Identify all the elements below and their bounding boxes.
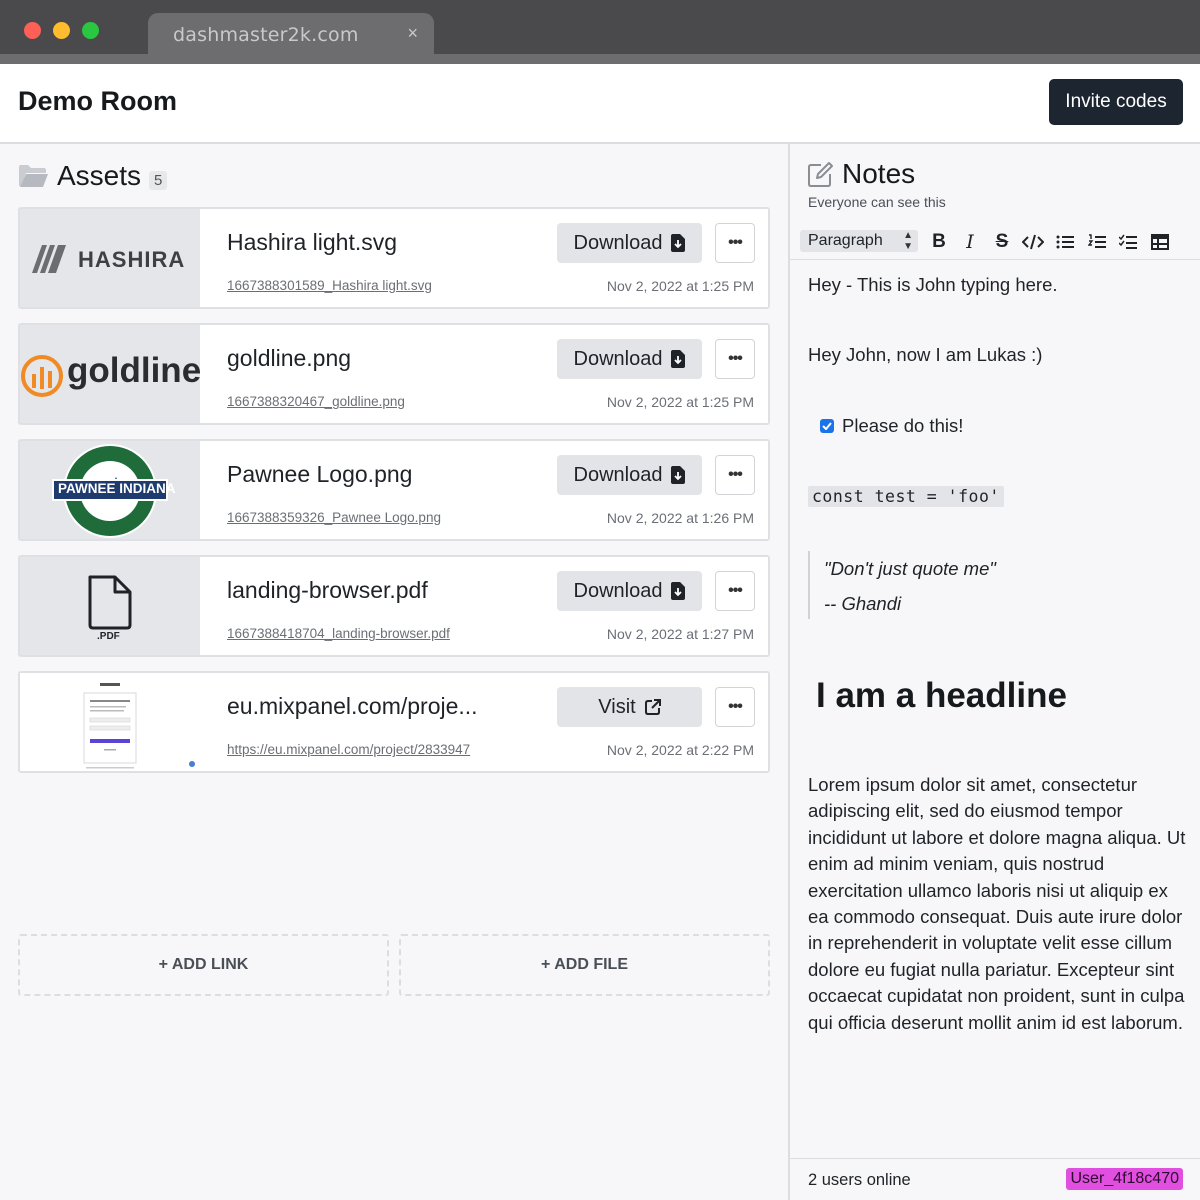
file-download-icon (671, 234, 686, 252)
quote-attribution: -- Ghandi (824, 593, 902, 614)
add-link-button[interactable]: + ADD LINK (18, 934, 389, 996)
block-type-select[interactable]: Paragraph ▲ ▼ (800, 230, 918, 252)
more-options-button[interactable]: ••• (715, 223, 755, 263)
more-options-button[interactable]: ••• (715, 571, 755, 611)
asset-name: landing-browser.pdf (227, 577, 428, 603)
asset-name: Pawnee Logo.png (227, 461, 413, 487)
editor-toolbar: Paragraph ▲ ▼ B I S (790, 226, 1200, 260)
todo-item: Please do this! (820, 415, 963, 437)
asset-card: eu.mixpanel.com/proje... https://eu.mixp… (18, 671, 770, 773)
asset-thumbnail: .PDF (20, 557, 200, 655)
tab-close-icon[interactable]: × (407, 23, 418, 44)
todo-checkbox[interactable] (820, 419, 834, 433)
download-label: Download (573, 231, 663, 254)
page-title: Demo Room (18, 86, 178, 116)
edit-note-icon (808, 162, 833, 187)
notes-title: Notes (842, 158, 916, 189)
hashira-logo-text: HASHIRA (78, 247, 186, 272)
assets-count-badge: 5 (149, 170, 168, 190)
inline-code: const test = 'foo' (808, 486, 1004, 507)
folder-open-icon (19, 165, 48, 187)
asset-date: Nov 2, 2022 at 1:25 PM (606, 394, 754, 410)
download-button[interactable]: Download (557, 571, 702, 611)
bullet-list-icon[interactable] (1053, 230, 1077, 254)
asset-file-link[interactable]: 1667388301589_Hashira light.svg (227, 278, 432, 293)
invite-codes-button[interactable]: Invite codes (1049, 79, 1183, 125)
bold-icon[interactable]: B (927, 230, 951, 254)
asset-card: HASHIRA Hashira light.svg 1667388301589_… (18, 207, 770, 309)
goldline-logo-text: goldline (67, 351, 200, 390)
browser-tab[interactable]: dashmaster2k.com × (148, 13, 434, 55)
asset-card: goldline goldline.png 1667388320467_gold… (18, 323, 770, 425)
download-label: Download (573, 347, 663, 370)
visit-label: Visit (598, 695, 636, 718)
asset-name: Hashira light.svg (227, 229, 398, 255)
asset-thumbnail: goldline (20, 325, 200, 423)
todo-label: Please do this! (842, 415, 964, 436)
file-download-icon (671, 466, 686, 484)
maximize-window-button[interactable] (82, 22, 99, 39)
note-paragraph: Hey John, now I am Lukas :) (808, 344, 1043, 365)
note-headline: I am a headline (816, 676, 1067, 715)
italic-icon[interactable]: I (958, 230, 982, 254)
download-label: Download (573, 463, 663, 486)
toolbar-strip (0, 54, 1200, 64)
asset-card: PAWNEE INDIANA Pawnee Logo.png 166738835… (18, 439, 770, 541)
asset-thumbnail (20, 673, 200, 771)
add-file-button[interactable]: + ADD FILE (399, 934, 770, 996)
webpage-preview-image (83, 683, 195, 769)
quote-line: "Don't just quote me" (824, 558, 996, 579)
notes-subtitle: Everyone can see this (808, 194, 946, 210)
asset-date: Nov 2, 2022 at 2:22 PM (606, 742, 754, 758)
code-icon[interactable] (1021, 230, 1045, 254)
more-options-button[interactable]: ••• (715, 339, 755, 379)
download-label: Download (573, 579, 663, 602)
users-online-count: 2 users online (808, 1171, 911, 1189)
minimize-window-button[interactable] (53, 22, 70, 39)
download-button[interactable]: Download (557, 339, 702, 379)
strikethrough-icon[interactable]: S (990, 230, 1014, 254)
block-type-value: Paragraph (808, 232, 883, 249)
note-paragraph-lorem: Lorem ipsum dolor sit amet, consectetur … (808, 774, 1186, 1033)
goldline-logo-icon (21, 355, 63, 397)
user-badge: User_4f18c470 (1066, 1168, 1183, 1190)
assets-header: Assets 5 (18, 158, 168, 194)
asset-name: goldline.png (227, 345, 352, 371)
browser-chrome: dashmaster2k.com × (0, 0, 1200, 64)
asset-name: eu.mixpanel.com/proje... (227, 693, 478, 719)
note-paragraph: Hey - This is John typing here. (808, 274, 1058, 295)
file-download-icon (671, 582, 686, 600)
page-header: Demo Room Invite codes (0, 64, 1200, 144)
notes-footer: 2 users online User_4f18c470 (790, 1158, 1200, 1200)
asset-thumbnail: HASHIRA (20, 209, 200, 307)
more-options-button[interactable]: ••• (715, 687, 755, 727)
asset-thumbnail: PAWNEE INDIANA (20, 441, 200, 539)
pawnee-seal-text: PAWNEE INDIANA (58, 481, 176, 496)
pdf-label: .PDF (97, 631, 120, 642)
notes-panel: Notes Everyone can see this Paragraph ▲ ▼… (790, 146, 1200, 1200)
more-options-button[interactable]: ••• (715, 455, 755, 495)
assets-panel: Assets 5 HASHIRA Hashira light.svg 16673… (0, 146, 788, 1200)
file-download-icon (671, 350, 686, 368)
tab-title: dashmaster2k.com (173, 24, 359, 46)
download-button[interactable]: Download (557, 455, 702, 495)
asset-file-link[interactable]: 1667388418704_landing-browser.pdf (227, 626, 450, 641)
select-arrows-icon: ▲ ▼ (903, 230, 913, 252)
assets-title: Assets (57, 160, 142, 191)
asset-date: Nov 2, 2022 at 1:25 PM (606, 278, 754, 294)
asset-file-link[interactable]: 1667388359326_Pawnee Logo.png (227, 510, 441, 525)
checklist-icon[interactable] (1116, 230, 1140, 254)
asset-date: Nov 2, 2022 at 1:26 PM (606, 510, 754, 526)
close-window-button[interactable] (24, 22, 41, 39)
external-link-icon (644, 699, 661, 715)
numbered-list-icon[interactable] (1085, 230, 1109, 254)
asset-file-link[interactable]: 1667388320467_goldline.png (227, 394, 405, 409)
asset-card: .PDF landing-browser.pdf 1667388418704_l… (18, 555, 770, 657)
table-icon[interactable] (1148, 230, 1172, 254)
visit-button[interactable]: Visit (557, 687, 702, 727)
blockquote: "Don't just quote me" -- Ghandi (808, 551, 996, 619)
asset-date: Nov 2, 2022 at 1:27 PM (606, 626, 754, 642)
asset-url-link[interactable]: https://eu.mixpanel.com/project/2833947 (227, 742, 470, 757)
download-button[interactable]: Download (557, 223, 702, 263)
